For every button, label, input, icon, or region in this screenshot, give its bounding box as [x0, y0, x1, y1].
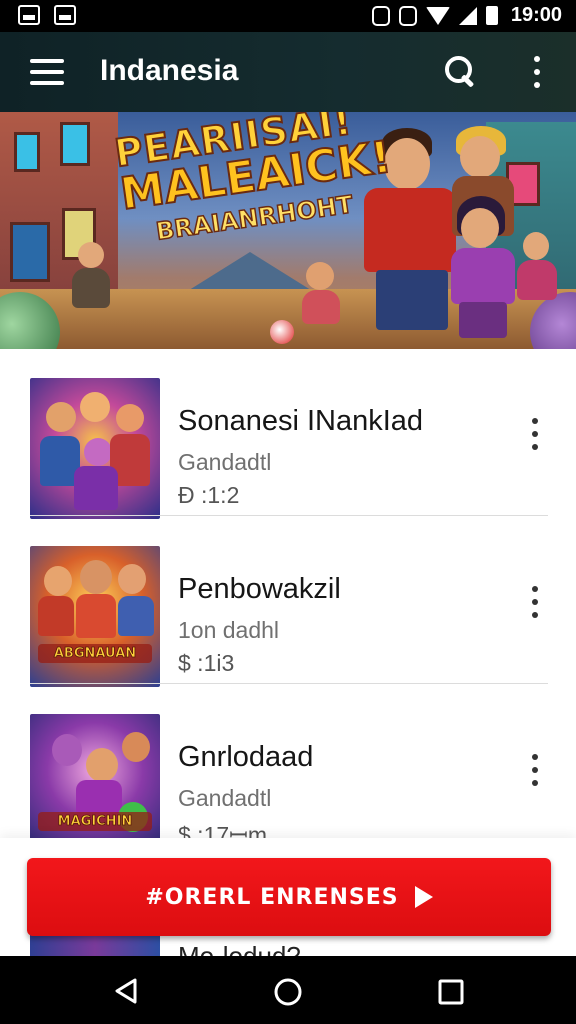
search-icon[interactable] — [445, 56, 477, 88]
item-subtitle: 1on dadhl — [178, 617, 280, 643]
wifi-icon — [425, 6, 450, 25]
page-title: Indanesia — [100, 54, 239, 87]
status-indicators: 19:00 — [371, 4, 562, 27]
navigation-bar — [0, 956, 576, 1024]
app-bar: Indanesia — [0, 32, 576, 112]
banner-ball — [270, 320, 294, 344]
nfc-icon — [398, 5, 417, 26]
item-title: Mo·lodud? — [178, 941, 301, 956]
more-vert-icon[interactable] — [528, 754, 542, 786]
thumbnail-label: ABGNAUAN — [38, 644, 152, 663]
item-price: $ :17ꟷm — [178, 822, 268, 839]
game-thumbnail — [30, 378, 160, 519]
status-time: 19:00 — [510, 4, 562, 26]
item-subtitle: Gandadtl — [178, 449, 272, 475]
image-notification-icon — [18, 5, 40, 25]
more-vert-icon[interactable] — [528, 418, 542, 450]
status-notifications — [18, 5, 76, 25]
cta-button[interactable]: #ORERL ENRENSES — [27, 858, 551, 936]
battery-icon — [485, 6, 498, 25]
banner-hero-kid — [296, 262, 346, 342]
item-subtitle: Gandadtl — [178, 785, 272, 811]
list-item[interactable]: MAGICHIN Gnrlodaad Gandadtl $ :17ꟷm — [0, 685, 576, 839]
item-title: Sonanesi INankIad — [178, 405, 424, 437]
banner-hero-left — [68, 242, 112, 332]
item-title: Penbowakzil — [178, 573, 341, 605]
vibrate-icon — [371, 5, 390, 26]
list-item[interactable]: Sonanesi INankIad Gandadtl Ɖ :1:2 — [0, 349, 576, 519]
more-vert-icon[interactable] — [528, 586, 542, 618]
item-price: $ :1i3 — [178, 650, 235, 676]
thumbnail-label: MAGICHIN — [38, 812, 152, 831]
divider — [30, 515, 548, 516]
more-vert-icon[interactable] — [527, 56, 547, 88]
promo-banner[interactable]: PEARIISAI! MALEAICK! BRAIANRHOHT — [0, 112, 576, 349]
game-list: Sonanesi INankIad Gandadtl Ɖ :1:2 ABGNAU… — [0, 349, 576, 839]
gallery-notification-icon — [54, 5, 76, 25]
game-thumbnail: MAGICHIN — [30, 714, 160, 839]
back-icon[interactable] — [113, 978, 139, 1004]
cta-label: #ORERL ENRENSES — [145, 884, 399, 910]
signal-icon — [458, 6, 477, 25]
list-item[interactable]: ABGNAUAN Penbowakzil 1on dadhl $ :1i3 — [0, 517, 576, 687]
menu-icon[interactable] — [30, 59, 64, 85]
banner-hero-girl — [445, 192, 525, 342]
play-arrow-icon — [414, 886, 433, 908]
bottom-cta-panel: Mo·lodud? #ORERL ENRENSES — [0, 838, 576, 956]
status-bar: 19:00 — [0, 0, 576, 32]
item-title: Gnrlodaad — [178, 741, 314, 773]
recents-icon[interactable] — [438, 979, 464, 1005]
item-price: Ɖ :1:2 — [178, 482, 240, 508]
divider — [30, 683, 548, 684]
home-icon[interactable] — [273, 977, 303, 1007]
game-thumbnail: ABGNAUAN — [30, 546, 160, 687]
banner-hero-small — [515, 232, 559, 332]
game-thumbnail — [30, 935, 160, 956]
